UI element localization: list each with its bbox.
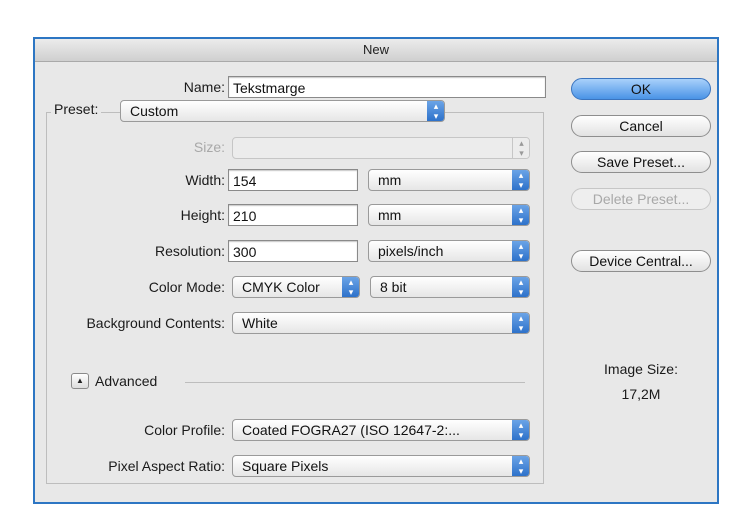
- name-field[interactable]: Tekstmarge: [228, 76, 546, 98]
- popup-arrows-icon: ▴ ▾: [427, 101, 444, 121]
- pixel-aspect-ratio-select[interactable]: Square Pixels ▴ ▾: [232, 455, 530, 477]
- preset-select[interactable]: Custom ▴ ▾: [120, 100, 445, 122]
- height-label: Height:: [180, 207, 225, 223]
- bit-depth-select[interactable]: 8 bit ▴ ▾: [370, 276, 530, 298]
- color-profile-value: Coated FOGRA27 (ISO 12647-2:...: [242, 422, 460, 438]
- advanced-toggle-button[interactable]: ▲: [71, 373, 89, 389]
- color-profile-label: Color Profile:: [144, 422, 225, 438]
- height-unit-select[interactable]: mm ▴ ▾: [368, 204, 530, 226]
- popup-arrows-icon: ▴ ▾: [512, 313, 529, 333]
- width-unit-select[interactable]: mm ▴ ▾: [368, 169, 530, 191]
- name-label: Name:: [183, 79, 225, 95]
- height-unit-value: mm: [378, 207, 402, 223]
- save-preset-button[interactable]: Save Preset...: [571, 151, 711, 173]
- color-mode-label: Color Mode:: [148, 279, 225, 295]
- popup-arrows-icon: ▴ ▾: [512, 138, 529, 158]
- resolution-unit-value: pixels/inch: [378, 243, 444, 259]
- popup-arrows-icon: ▴ ▾: [512, 205, 529, 225]
- width-label: Width:: [185, 172, 225, 188]
- device-central-button[interactable]: Device Central...: [571, 250, 711, 272]
- ok-button[interactable]: OK: [571, 78, 711, 100]
- height-field[interactable]: 210: [228, 204, 358, 226]
- background-contents-select[interactable]: White ▴ ▾: [232, 312, 530, 334]
- pixel-aspect-ratio-value: Square Pixels: [242, 458, 329, 474]
- size-select: ▴ ▾: [232, 137, 530, 159]
- background-contents-value: White: [242, 315, 278, 331]
- popup-arrows-icon: ▴ ▾: [512, 170, 529, 190]
- popup-arrows-icon: ▴ ▾: [512, 241, 529, 261]
- background-contents-label: Background Contents:: [86, 315, 225, 331]
- resolution-unit-select[interactable]: pixels/inch ▴ ▾: [368, 240, 530, 262]
- advanced-divider: [185, 382, 525, 383]
- new-document-dialog: New Name: Tekstmarge Preset: Custom ▴ ▾ S…: [33, 37, 719, 504]
- image-size-value: 17,2M: [621, 386, 661, 402]
- resolution-field[interactable]: 300: [228, 240, 358, 262]
- advanced-label: Advanced: [95, 373, 158, 389]
- width-field[interactable]: 154: [228, 169, 358, 191]
- bit-depth-value: 8 bit: [380, 279, 407, 295]
- cancel-button[interactable]: Cancel: [571, 115, 711, 137]
- dialog-title: New: [35, 39, 717, 62]
- delete-preset-button: Delete Preset...: [571, 188, 711, 210]
- preset-label: Preset:: [51, 101, 102, 117]
- pixel-aspect-ratio-label: Pixel Aspect Ratio:: [108, 458, 225, 474]
- popup-arrows-icon: ▴ ▾: [512, 456, 529, 476]
- popup-arrows-icon: ▴ ▾: [342, 277, 359, 297]
- popup-arrows-icon: ▴ ▾: [512, 277, 529, 297]
- preset-value: Custom: [130, 103, 179, 119]
- image-size-label: Image Size:: [604, 361, 678, 377]
- color-profile-select[interactable]: Coated FOGRA27 (ISO 12647-2:... ▴ ▾: [232, 419, 530, 441]
- size-label: Size:: [193, 139, 225, 155]
- color-mode-select[interactable]: CMYK Color ▴ ▾: [232, 276, 360, 298]
- triangle-up-icon: ▲: [76, 376, 84, 385]
- popup-arrows-icon: ▴ ▾: [512, 420, 529, 440]
- width-unit-value: mm: [378, 172, 402, 188]
- resolution-label: Resolution:: [154, 243, 225, 259]
- color-mode-value: CMYK Color: [242, 279, 320, 295]
